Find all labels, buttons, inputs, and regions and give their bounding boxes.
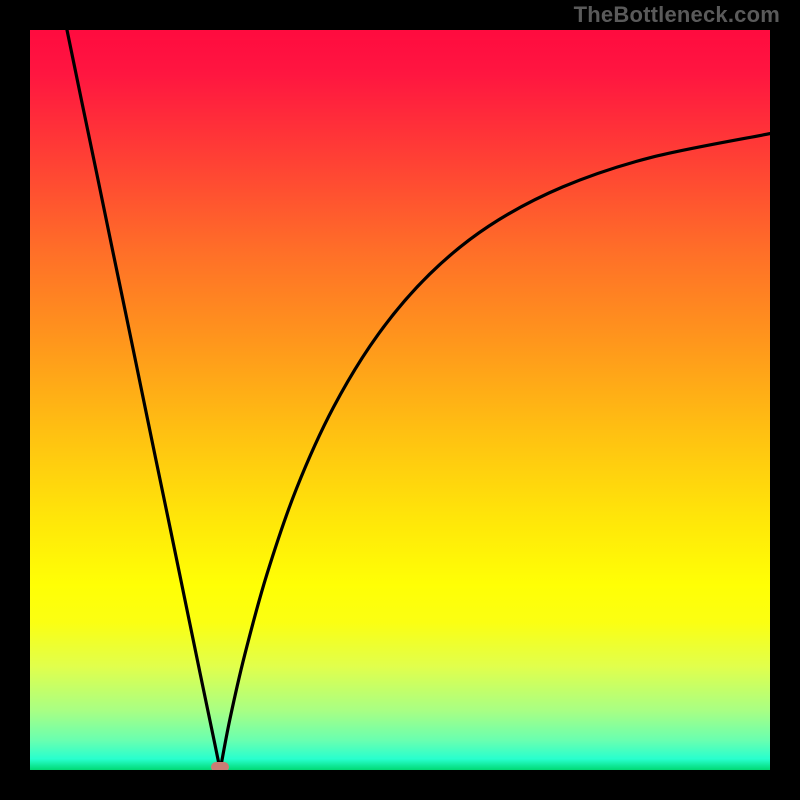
optimal-point-marker — [211, 762, 229, 770]
chart-frame: TheBottleneck.com — [0, 0, 800, 800]
watermark-text: TheBottleneck.com — [574, 2, 780, 28]
bottleneck-curve — [30, 30, 770, 770]
plot-area — [30, 30, 770, 770]
